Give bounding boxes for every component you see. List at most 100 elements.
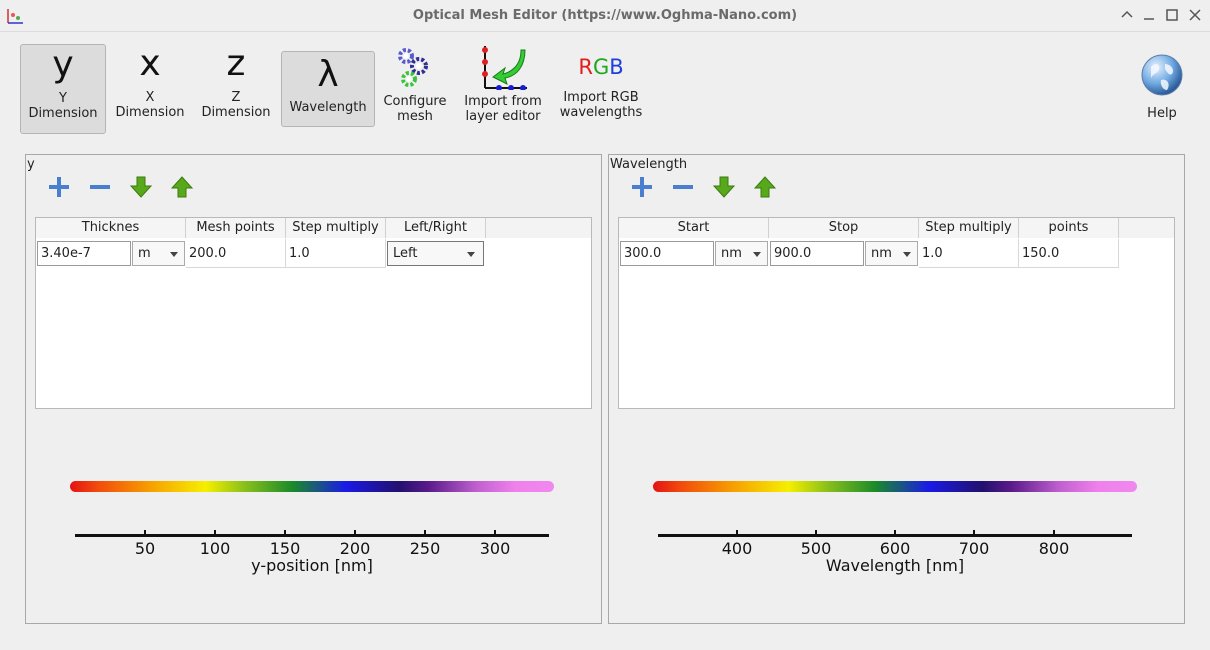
chevron-down-icon [467, 252, 475, 257]
window-close-button[interactable] [1187, 7, 1203, 23]
z-dimension-label-1: Z [231, 90, 241, 105]
chevron-down-icon [170, 252, 178, 257]
title-bar: Optical Mesh Editor (https://www.Oghma-N… [0, 0, 1210, 32]
maximize-icon [1166, 9, 1178, 21]
gears-icon [398, 48, 428, 87]
y-tick [144, 530, 146, 535]
toolbar: y Y Dimension x X Dimension z Z Dimensio… [0, 32, 1210, 142]
wl-col-start[interactable]: Start [619, 218, 769, 238]
wl-tick-label: 800 [1038, 539, 1070, 558]
minimize-icon [1144, 18, 1154, 20]
globe-icon [1141, 54, 1183, 96]
mesh-points-cell[interactable]: 200.0 [186, 239, 286, 268]
wl-tick [894, 530, 896, 535]
y-col-thickness[interactable]: Thicknes [36, 218, 186, 238]
wl-table-header: Start Stop Step multiply points [619, 218, 1174, 238]
y-col-step-multiply[interactable]: Step multiply [286, 218, 386, 238]
y-tick [284, 530, 286, 535]
stop-unit-value: nm [871, 246, 892, 261]
y-col-left-right[interactable]: Left/Right [386, 218, 486, 238]
help-button[interactable]: Help [1132, 52, 1192, 128]
y-dimension-label-1: Y [59, 91, 67, 106]
window-minimize-button[interactable] [1141, 7, 1157, 23]
help-label: Help [1147, 106, 1177, 121]
x-glyph-icon: x [139, 43, 161, 84]
start-unit-select[interactable]: nm [715, 241, 768, 266]
y-glyph-icon: y [52, 44, 74, 85]
wl-tick [973, 530, 975, 535]
lambda-icon: λ [317, 54, 339, 95]
rgb-r-letter: R [578, 55, 593, 79]
y-dimension-button[interactable]: y Y Dimension [20, 44, 106, 134]
stop-unit-select[interactable]: nm [865, 241, 918, 266]
wavelength-panel-title: Wavelength [610, 157, 688, 172]
configure-mesh-label-1: Configure [383, 94, 447, 109]
move-up-icon[interactable] [170, 175, 194, 199]
move-up-icon[interactable] [753, 175, 777, 199]
configure-mesh-button[interactable]: Configure mesh [380, 44, 450, 134]
window-collapse-button[interactable] [1119, 7, 1135, 23]
wavelength-button[interactable]: λ Wavelength [281, 51, 375, 127]
wavelength-label: Wavelength [289, 100, 367, 115]
wavelength-mesh-panel: Wavelength Start Stop Step multiply poin… [608, 154, 1185, 624]
y-step-multiply-cell[interactable]: 1.0 [286, 239, 386, 268]
window-title: Optical Mesh Editor (https://www.Oghma-N… [412, 8, 798, 23]
z-dimension-button[interactable]: z Z Dimension [196, 44, 276, 134]
window-maximize-button[interactable] [1164, 7, 1180, 23]
thickness-unit-select[interactable]: m [132, 241, 185, 266]
y-panel-title: y [27, 157, 35, 172]
y-mesh-table: Thicknes Mesh points Step multiply Left/… [35, 217, 592, 409]
move-down-icon[interactable] [712, 175, 736, 199]
x-dimension-label-1: X [145, 90, 155, 105]
import-rgb-label-2: wavelengths [559, 105, 643, 120]
y-axis-title: y-position [nm] [251, 556, 373, 575]
move-down-icon[interactable] [129, 175, 153, 199]
y-tick [424, 530, 426, 535]
wavelength-axis-title: Wavelength [nm] [825, 556, 965, 575]
chevron-up-icon [1121, 10, 1133, 18]
remove-icon[interactable] [88, 175, 112, 199]
wl-tick [815, 530, 817, 535]
import-rgb-label-1: Import RGB [563, 90, 639, 105]
wl-tick [736, 530, 738, 535]
add-icon[interactable] [630, 175, 654, 199]
import-rgb-button[interactable]: RGB Import RGB wavelengths [555, 44, 647, 134]
rgb-g-letter: G [592, 55, 610, 79]
stop-input[interactable]: 900.0 [770, 241, 864, 266]
y-tick [214, 530, 216, 535]
y-dimension-label-2: Dimension [28, 106, 98, 121]
configure-mesh-label-2: mesh [397, 109, 433, 124]
y-col-mesh-points[interactable]: Mesh points [186, 218, 286, 238]
thickness-input[interactable]: 3.40e-7 [37, 241, 131, 266]
wl-tick [1053, 530, 1055, 535]
z-glyph-icon: z [226, 43, 246, 84]
import-layer-label-2: layer editor [465, 109, 541, 124]
y-tick-label: 300 [479, 539, 511, 558]
y-spectrum-bar [70, 481, 554, 492]
wl-col-step-multiply[interactable]: Step multiply [919, 218, 1019, 238]
add-icon[interactable] [47, 175, 71, 199]
start-unit-value: nm [721, 246, 742, 261]
y-tick [494, 530, 496, 535]
wl-col-points[interactable]: points [1019, 218, 1119, 238]
rgb-b-letter: B [609, 55, 624, 79]
chevron-down-icon [903, 252, 911, 257]
wavelength-mesh-table: Start Stop Step multiply points 300.0 nm… [618, 217, 1175, 409]
import-layers-icon [482, 46, 527, 91]
wl-tick-label: 400 [721, 539, 753, 558]
remove-icon[interactable] [671, 175, 695, 199]
chevron-down-icon [753, 252, 761, 257]
close-icon [1189, 9, 1201, 21]
start-input[interactable]: 300.0 [620, 241, 714, 266]
rgb-icon: RGB [555, 44, 647, 90]
y-tick [354, 530, 356, 535]
wl-step-multiply-cell[interactable]: 1.0 [919, 239, 1019, 268]
left-right-select[interactable]: Left [387, 241, 484, 266]
x-dimension-button[interactable]: x X Dimension [110, 44, 190, 134]
import-from-layer-editor-button[interactable]: Import from layer editor [460, 44, 546, 134]
thickness-unit-value: m [138, 246, 151, 261]
points-cell[interactable]: 150.0 [1019, 239, 1119, 268]
y-mesh-panel: y Thicknes Mesh points Step multiply Lef… [25, 154, 602, 624]
wl-col-stop[interactable]: Stop [769, 218, 919, 238]
y-tick-label: 50 [134, 539, 156, 558]
